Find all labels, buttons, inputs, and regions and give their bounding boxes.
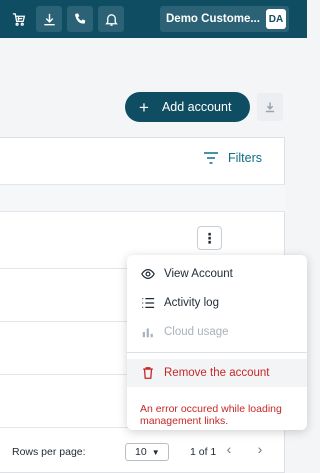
menu-item-view-account[interactable]: View Account [127, 260, 307, 288]
list-icon [142, 298, 155, 308]
eye-icon [141, 269, 155, 279]
caret-down-icon: ▼ [151, 447, 160, 457]
bell-icon[interactable] [98, 6, 124, 32]
bar-chart-icon [142, 328, 153, 338]
download-icon [265, 102, 275, 113]
top-bar: Demo Custome... DA [0, 0, 307, 38]
menu-item-label: Activity log [164, 297, 219, 309]
row-actions-menu: View Account Activity log Cloud usage Re… [127, 255, 307, 430]
export-button[interactable] [257, 93, 283, 121]
avatar: DA [266, 9, 286, 29]
download-icon[interactable] [36, 6, 62, 32]
account-name: Demo Custome... [166, 13, 260, 25]
filters-label: Filters [227, 151, 262, 165]
filter-icon [203, 152, 218, 164]
phone-icon[interactable] [67, 6, 93, 32]
menu-item-label: Cloud usage [164, 326, 229, 338]
menu-item-label: Remove the account [164, 367, 270, 379]
table-header [0, 184, 285, 212]
row-actions-button[interactable]: ⋮ [197, 226, 222, 250]
next-page-button[interactable]: › [253, 441, 267, 457]
add-account-label: Add account [161, 100, 232, 114]
filters-button[interactable]: Filters [203, 151, 262, 165]
menu-item-remove-account[interactable]: Remove the account [127, 359, 307, 387]
page-info: 1 of 1 [190, 446, 217, 458]
cart-icon[interactable] [5, 6, 31, 32]
rows-per-page-value: 10 [135, 446, 147, 458]
trash-icon [143, 367, 153, 379]
add-account-button[interactable]: + Add account [125, 92, 250, 122]
menu-item-label: View Account [164, 268, 233, 280]
plus-icon: + [139, 97, 149, 117]
previous-page-button[interactable]: ‹ [222, 441, 236, 457]
menu-error-message: An error occured while loading managemen… [140, 403, 282, 427]
rows-per-page-label: Rows per page: [12, 446, 86, 458]
menu-divider [127, 352, 307, 353]
account-menu-button[interactable]: Demo Custome... DA [160, 6, 289, 32]
rows-per-page-select[interactable]: 10 ▼ [125, 443, 169, 461]
menu-item-activity-log[interactable]: Activity log [127, 289, 307, 317]
menu-item-cloud-usage: Cloud usage [127, 318, 307, 346]
